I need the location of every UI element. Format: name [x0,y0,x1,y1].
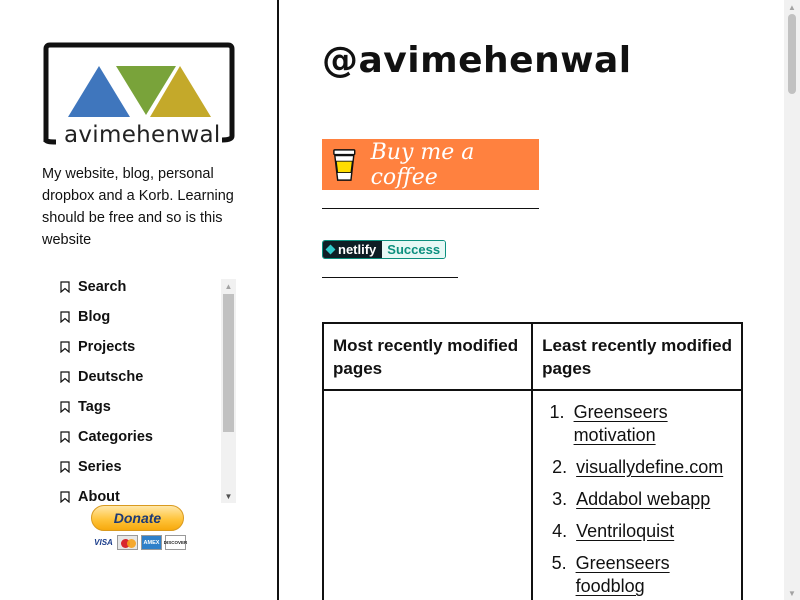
list-item: 4. Ventriloquist [552,521,675,541]
visa-card-icon: VISA [93,535,114,550]
bookmark-icon [60,311,70,323]
nav-item-blog[interactable]: Blog [52,302,236,332]
payment-cards: VISA AMEX DISCOVER [93,535,187,550]
bookmark-icon [60,461,70,473]
nav-link-search[interactable]: Search [78,279,126,295]
coffee-label: Buy me a coffee [370,139,475,190]
main-content: @avimehenwal Buy me a coffee netlify Suc… [281,0,784,600]
page-link[interactable]: Addabol webapp [576,489,710,509]
donate-label: Donate [113,510,162,526]
buy-me-a-coffee-button[interactable]: Buy me a coffee [322,139,539,190]
amex-card-icon: AMEX [141,535,162,550]
page-link[interactable]: Greenseers motivation [574,402,668,445]
list-item: 1. Greenseers motivation [549,402,668,445]
least-recent-cell: 1. Greenseers motivation 2. visuallydefine… [531,389,743,600]
netlify-status-badge[interactable]: netlify Success [322,240,447,259]
nav-link-about[interactable]: About [78,489,120,503]
site-logo[interactable]: avimehenwal [42,42,236,148]
page-link[interactable]: Greenseers foodblog [576,553,670,596]
bookmark-icon [60,341,70,353]
nav-item-search[interactable]: Search [52,279,236,302]
scrollbar-thumb[interactable] [223,294,234,432]
most-recent-header: Most recently modified pages [321,322,534,391]
page-link[interactable]: Ventriloquist [576,521,674,541]
netlify-label: netlify [338,242,377,257]
nav-link-deutsche[interactable]: Deutsche [78,369,143,385]
logo-text: avimehenwal [64,122,221,148]
sidebar: avimehenwal My website, blog, personal d… [0,0,279,600]
nav-item-deutsche[interactable]: Deutsche [52,362,236,392]
recent-pages-table: Most recently modified pages Least recen… [321,322,743,600]
scroll-down-arrow-icon[interactable]: ▼ [221,489,236,503]
page-scrollbar-thumb[interactable] [788,14,796,94]
nav-link-categories[interactable]: Categories [78,429,153,445]
bookmark-icon [60,371,70,383]
nav-item-projects[interactable]: Projects [52,332,236,362]
page-scroll-down-icon[interactable]: ▼ [784,586,800,600]
divider [322,208,539,209]
nav-item-tags[interactable]: Tags [52,392,236,422]
bookmark-icon [60,431,70,443]
bookmark-icon [60,281,70,293]
page-title: @avimehenwal [322,40,632,81]
page-link[interactable]: visuallydefine.com [576,457,723,477]
sidebar-nav: Search Blog Projects Deutsche Tags Categ… [52,279,236,503]
list-item: 2. visuallydefine.com [552,457,724,477]
list-item: 5. Greenseers foodblog [551,553,670,596]
discover-card-icon: DISCOVER [164,535,187,550]
page-scrollbar[interactable]: ▲ ▼ [784,0,800,600]
netlify-badge-left: netlify [323,241,383,258]
nav-link-projects[interactable]: Projects [78,339,135,355]
netlify-diamond-icon [325,244,336,255]
least-recent-header: Least recently modified pages [531,322,743,391]
mastercard-icon [117,535,138,550]
nav-link-series[interactable]: Series [78,459,122,475]
list-item: 3. Addabol webapp [552,489,711,509]
divider [322,277,458,278]
bookmark-icon [60,491,70,503]
least-recent-list: 1. Greenseers motivation 2. visuallydefine… [533,391,741,598]
coffee-cup-icon [333,148,356,181]
bookmark-icon [60,401,70,413]
nav-item-about[interactable]: About [52,482,236,503]
nav-item-categories[interactable]: Categories [52,422,236,452]
scroll-up-arrow-icon[interactable]: ▲ [221,279,236,293]
paypal-donate-button[interactable]: Donate [91,505,184,531]
nav-link-tags[interactable]: Tags [78,399,111,415]
page-scroll-up-icon[interactable]: ▲ [784,0,800,14]
most-recent-cell [321,389,534,600]
sidebar-nav-scrollbar[interactable]: ▲ ▼ [221,279,236,503]
site-tagline: My website, blog, personal dropbox and a… [42,166,234,248]
netlify-status: Success [382,241,446,258]
nav-link-blog[interactable]: Blog [78,309,110,325]
nav-item-series[interactable]: Series [52,452,236,482]
